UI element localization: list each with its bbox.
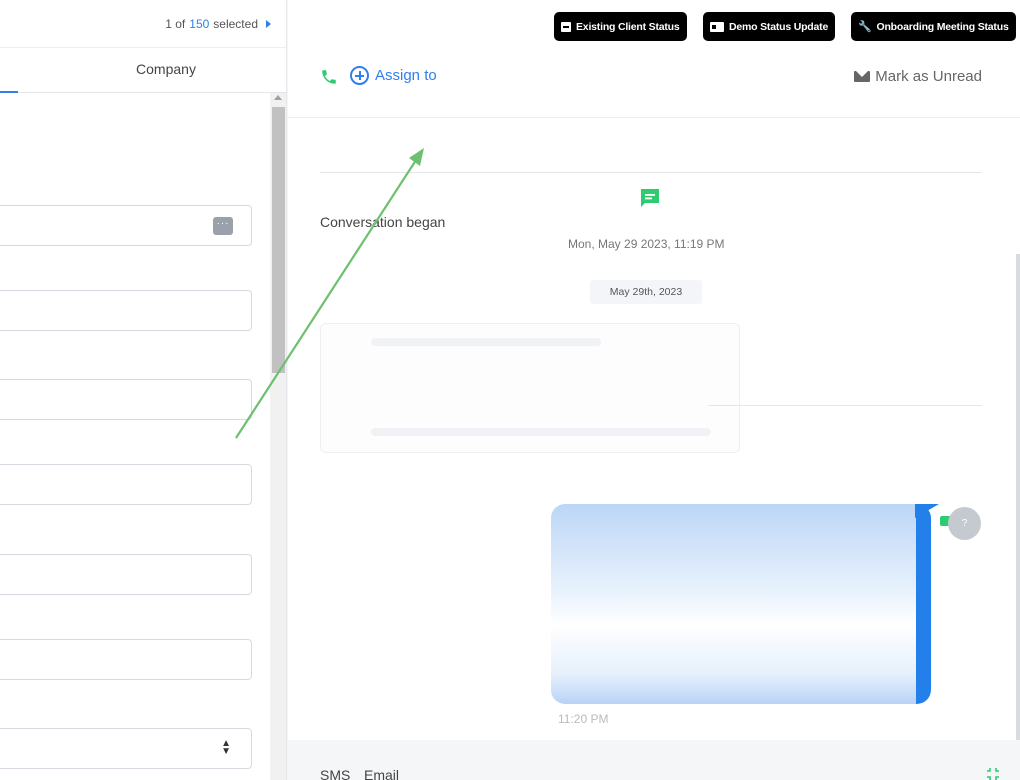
field-3-input[interactable] xyxy=(0,379,252,420)
id-card-icon xyxy=(710,21,724,32)
conversation-panel: Existing Client Status Demo Status Updat… xyxy=(288,0,1020,780)
onboarding-meeting-status-button[interactable]: 🔧 Onboarding Meeting Status xyxy=(851,12,1016,41)
pill-label: Demo Status Update xyxy=(729,20,829,33)
selection-prefix: 1 of xyxy=(165,16,186,31)
demo-status-update-button[interactable]: Demo Status Update xyxy=(703,12,836,41)
active-tab-indicator xyxy=(0,91,18,93)
composer-tabs: SMS Email xyxy=(288,740,1020,780)
contact-detail-panel: 1 of 150 selected Company ··· ▲ ▼ xyxy=(0,0,287,780)
field-6-input[interactable] xyxy=(0,639,252,680)
pill-label: Onboarding Meeting Status xyxy=(876,20,1009,33)
assign-to-label: Assign to xyxy=(375,67,437,84)
more-options-icon[interactable]: ··· xyxy=(213,217,233,235)
pill-label: Existing Client Status xyxy=(576,20,680,33)
divider xyxy=(708,405,982,406)
divider xyxy=(320,172,982,173)
selection-count-link[interactable]: 150 xyxy=(189,17,209,31)
mark-as-unread-button[interactable]: Mark as Unread xyxy=(854,68,982,85)
selection-counter: 1 of 150 selected xyxy=(0,0,286,48)
phone-icon[interactable] xyxy=(320,68,338,86)
left-tabs: Company xyxy=(0,48,286,93)
card-icon xyxy=(561,21,571,32)
select-arrows-icon: ▲ ▼ xyxy=(221,738,231,757)
faded-message-card xyxy=(320,323,740,453)
conversation-thread: Conversation began Mon, May 29 2023, 11:… xyxy=(288,118,1020,774)
date-divider: May 29th, 2023 xyxy=(590,280,702,304)
avatar: ? xyxy=(948,507,981,540)
tab-sms[interactable]: SMS xyxy=(320,767,350,780)
mark-unread-label: Mark as Unread xyxy=(875,68,982,85)
faded-text-line xyxy=(371,338,601,346)
tab-email[interactable]: Email xyxy=(364,767,399,780)
faded-text-line xyxy=(371,428,711,436)
conversation-began-time: Mon, May 29 2023, 11:19 PM xyxy=(568,237,725,251)
selection-suffix: selected xyxy=(213,16,258,31)
envelope-icon xyxy=(854,71,871,82)
bubble-tail xyxy=(915,504,939,518)
field-1-input[interactable]: ··· xyxy=(0,205,252,246)
field-5-input[interactable] xyxy=(0,554,252,595)
field-4-input[interactable] xyxy=(0,464,252,505)
collapse-icon[interactable] xyxy=(986,767,1000,780)
message-time: 11:20 PM xyxy=(558,712,609,726)
assign-to-button[interactable]: Assign to xyxy=(350,66,437,85)
field-2-input[interactable] xyxy=(0,290,252,331)
existing-client-status-button[interactable]: Existing Client Status xyxy=(554,12,687,41)
conversation-scrollbar[interactable] xyxy=(1016,254,1020,774)
next-record-icon[interactable] xyxy=(266,19,271,28)
tab-company[interactable]: Company xyxy=(96,61,236,77)
conversation-header: Existing Client Status Demo Status Updat… xyxy=(288,0,1020,118)
bubble-edge xyxy=(916,504,931,704)
field-7-select[interactable]: ▲ ▼ xyxy=(0,728,252,769)
plus-circle-icon xyxy=(350,66,369,85)
outgoing-message-bubble xyxy=(551,504,931,704)
chat-bubble-icon xyxy=(641,189,659,207)
left-scrollbar[interactable] xyxy=(270,93,286,780)
conversation-began-label: Conversation began xyxy=(320,214,446,230)
scroll-up-icon[interactable] xyxy=(274,95,282,100)
left-scroll-thumb[interactable] xyxy=(272,107,285,373)
wrench-icon: 🔧 xyxy=(858,21,872,33)
